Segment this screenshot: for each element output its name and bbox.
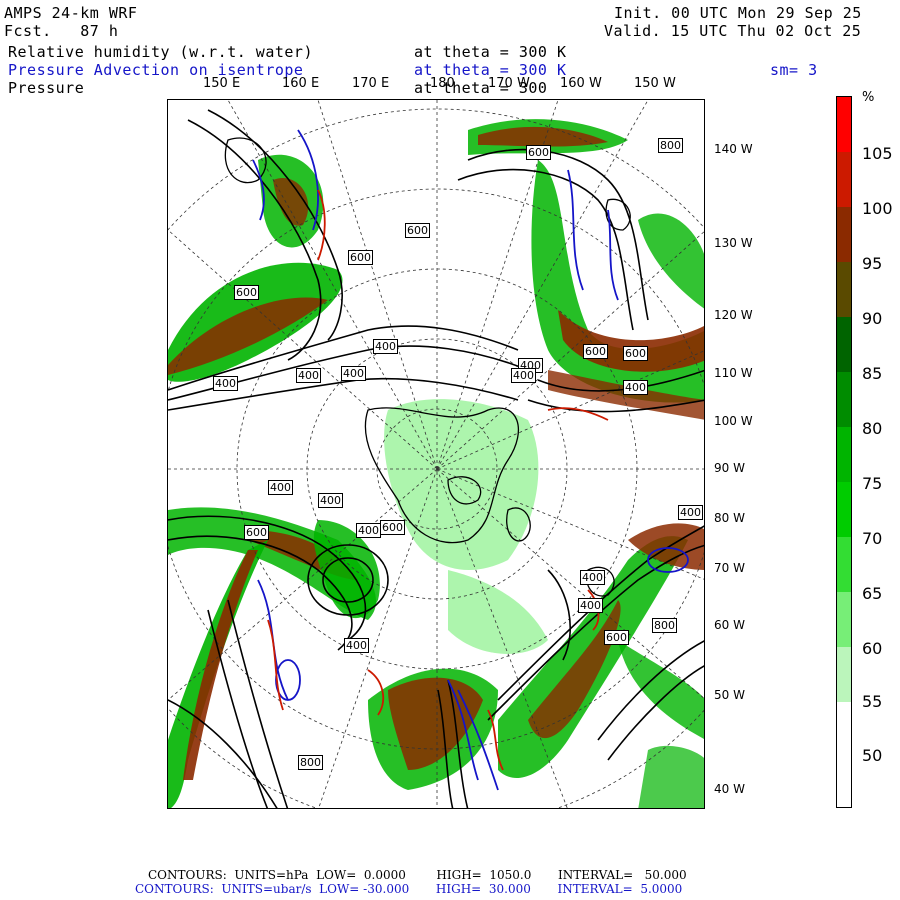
lon-label-170w: 170 W xyxy=(488,76,530,91)
lon-label-180: 180 xyxy=(430,76,455,91)
contour-label: 400 xyxy=(678,505,703,520)
colorbar-segment xyxy=(837,262,851,317)
contour-label: 600 xyxy=(234,285,259,300)
lon-label-160w: 160 W xyxy=(560,76,602,91)
lon-label-110w: 110 W xyxy=(714,366,753,380)
lon-label-60w: 60 W xyxy=(714,618,745,632)
field-padv-smoothing: sm= 3 xyxy=(770,61,818,79)
field-rh-name: Relative humidity (w.r.t. water) xyxy=(8,43,313,61)
contour-label: 600 xyxy=(380,520,405,535)
footer-contours-pressure: CONTOURS: UNITS=hPa LOW= 0.0000 HIGH= 10… xyxy=(148,868,687,882)
contour-label: 400 xyxy=(268,480,293,495)
map-graphic xyxy=(168,100,704,808)
colorbar-label: 90 xyxy=(862,309,883,328)
lon-label-170e: 170 E xyxy=(352,76,390,91)
colorbar-segment xyxy=(837,317,851,372)
colorbar-label: 95 xyxy=(862,254,883,273)
colorbar-segment xyxy=(837,427,851,482)
colorbar-unit: % xyxy=(862,90,875,105)
contour-label: 400 xyxy=(213,376,238,391)
contour-label: 400 xyxy=(373,339,398,354)
map-panel: 800 600 600 600 400 400 600 400 400 400 … xyxy=(167,99,705,809)
contour-label: 400 xyxy=(580,570,605,585)
colorbar-segment xyxy=(837,207,851,262)
colorbar-label: 100 xyxy=(862,199,893,218)
contour-label: 600 xyxy=(604,630,629,645)
contour-label: 400 xyxy=(356,523,381,538)
lon-label-90w: 90 W xyxy=(714,461,745,475)
colorbar-label: 105 xyxy=(862,144,893,163)
colorbar-label: 65 xyxy=(862,584,883,603)
colorbar-segment xyxy=(837,592,851,647)
contour-label: 600 xyxy=(623,346,648,361)
colorbar-label: 70 xyxy=(862,529,883,548)
humidity-colorbar xyxy=(836,96,852,808)
contour-label: 800 xyxy=(298,755,323,770)
colorbar-segment xyxy=(837,372,851,427)
colorbar-label: 55 xyxy=(862,692,883,711)
lon-label-120w: 120 W xyxy=(714,308,753,322)
field-padv-name: Pressure Advection on isentrope xyxy=(8,61,304,79)
contour-label: 400 xyxy=(578,598,603,613)
colorbar-label: 60 xyxy=(862,639,883,658)
contour-label: 800 xyxy=(658,138,683,153)
colorbar-label: 85 xyxy=(862,364,883,383)
lon-label-150e: 150 E xyxy=(203,76,241,91)
colorbar-segment xyxy=(837,97,851,152)
colorbar-segment xyxy=(837,702,851,757)
lon-label-40w: 40 W xyxy=(714,782,745,796)
valid-time: Valid. 15 UTC Thu 02 Oct 25 xyxy=(604,22,862,40)
contour-label: 600 xyxy=(405,223,430,238)
colorbar-segment xyxy=(837,647,851,702)
footer-contours-advection: CONTOURS: UNITS=ubar/s LOW= -30.000 HIGH… xyxy=(135,882,683,896)
contour-label: 400 xyxy=(511,368,536,383)
contour-label: 600 xyxy=(244,525,269,540)
contour-label: 600 xyxy=(526,145,551,160)
init-time: Init. 00 UTC Mon 29 Sep 25 xyxy=(614,4,862,22)
lon-label-100w: 100 W xyxy=(714,414,753,428)
lon-label-70w: 70 W xyxy=(714,561,745,575)
field-rh-level: at theta = 300 K xyxy=(414,43,567,61)
contour-label: 800 xyxy=(652,618,677,633)
contour-label: 600 xyxy=(583,344,608,359)
lon-label-80w: 80 W xyxy=(714,511,745,525)
humidity-shading xyxy=(168,119,704,808)
colorbar-segment xyxy=(837,537,851,592)
lon-label-160e: 160 E xyxy=(282,76,320,91)
colorbar-segment xyxy=(837,757,851,807)
colorbar-label: 80 xyxy=(862,419,883,438)
colorbar-segment xyxy=(837,482,851,537)
contour-label: 600 xyxy=(348,250,373,265)
lon-label-140w: 140 W xyxy=(714,142,753,156)
lon-label-150w: 150 W xyxy=(634,76,676,91)
lon-label-130w: 130 W xyxy=(714,236,753,250)
contour-label: 400 xyxy=(341,366,366,381)
colorbar-segment xyxy=(837,152,851,207)
lon-label-50w: 50 W xyxy=(714,688,745,702)
contour-label: 400 xyxy=(344,638,369,653)
forecast-hour: Fcst. 87 h xyxy=(4,22,119,40)
model-title: AMPS 24-km WRF xyxy=(4,4,138,22)
contour-label: 400 xyxy=(318,493,343,508)
colorbar-label: 75 xyxy=(862,474,883,493)
contour-label: 400 xyxy=(623,380,648,395)
colorbar-label: 50 xyxy=(862,746,883,765)
field-pressure-name: Pressure xyxy=(8,79,85,97)
contour-label: 400 xyxy=(296,368,321,383)
